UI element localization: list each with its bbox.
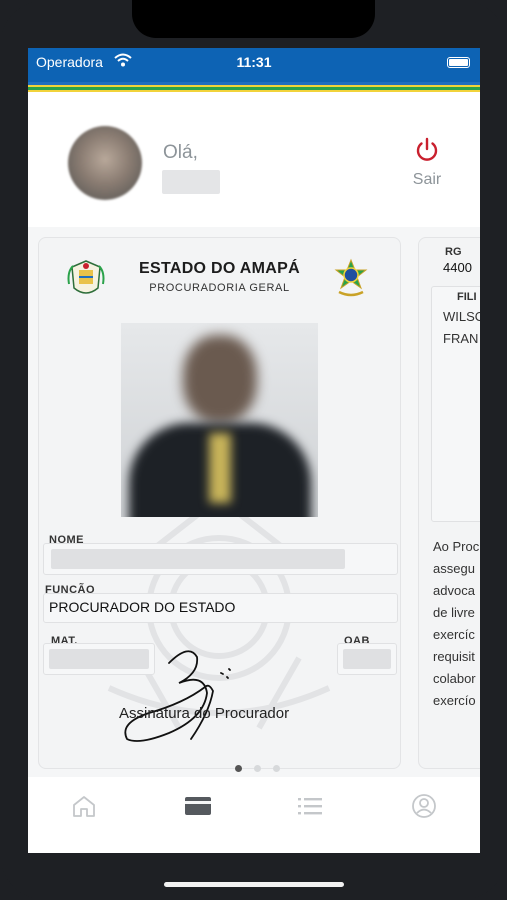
filiacao-line-1: WILSO (443, 309, 480, 324)
id-card-front[interactable]: ESTADO DO AMAPÁ PROCURADORIA GERAL NOME … (38, 237, 401, 769)
greeting-text: Olá, (163, 142, 198, 163)
signature-caption: Assinatura do Procurador (119, 705, 290, 722)
status-time: 11:31 (236, 54, 272, 70)
tab-home[interactable] (66, 791, 102, 821)
id-card-back[interactable]: RG 4400 FILI WILSO FRAN Ao Proc assegu a… (418, 237, 480, 769)
logout-label: Sair (412, 171, 442, 188)
paragraph-line-2: assegu (433, 561, 475, 576)
power-icon (413, 137, 441, 168)
signature-image (124, 650, 231, 742)
paragraph-line-3: advoca (433, 583, 475, 598)
home-icon (73, 796, 95, 817)
paragraph-line-1: Ao Proc (433, 539, 480, 554)
paragraph-line-8: exercío (433, 693, 476, 708)
paragraph-line-5: exercíc (433, 627, 475, 642)
device-notch (132, 0, 375, 38)
page-dot-1[interactable] (235, 765, 242, 772)
user-header: Olá, Sair (28, 92, 480, 227)
user-icon (412, 794, 436, 818)
home-indicator[interactable] (164, 882, 344, 887)
filiacao-label: FILI (457, 291, 477, 303)
battery-icon (447, 57, 470, 68)
filiacao-line-2: FRAN (443, 331, 479, 346)
avatar[interactable] (68, 126, 142, 200)
funcao-value: PROCURADOR DO ESTADO (49, 599, 236, 615)
user-name-redacted (162, 170, 220, 194)
page-dot-3[interactable] (273, 765, 280, 772)
list-icon (298, 798, 322, 815)
page-dot-2[interactable] (254, 765, 261, 772)
tab-bar (28, 777, 480, 853)
tab-list[interactable] (292, 791, 328, 821)
flag-stripes (28, 82, 480, 92)
tab-profile[interactable] (406, 791, 442, 821)
paragraph-line-6: requisit (433, 649, 475, 664)
oab-value-redacted (343, 649, 391, 669)
app-screen: Operadora 11:31 Olá, Sair ESTADO DO AMAP… (28, 48, 480, 853)
status-bar: Operadora 11:31 (28, 48, 480, 82)
nome-value-redacted (51, 549, 345, 569)
paragraph-line-7: colabor (433, 671, 476, 686)
brazil-arms-icon (331, 258, 371, 303)
rg-label: RG (445, 246, 462, 258)
id-card-icon (185, 797, 211, 815)
tab-id-card[interactable] (180, 791, 216, 821)
page-indicator[interactable] (235, 759, 295, 772)
paragraph-line-4: de livre (433, 605, 475, 620)
logout-button[interactable]: Sair (403, 136, 451, 189)
holder-photo (121, 323, 318, 517)
rg-value: 4400 (443, 260, 472, 275)
